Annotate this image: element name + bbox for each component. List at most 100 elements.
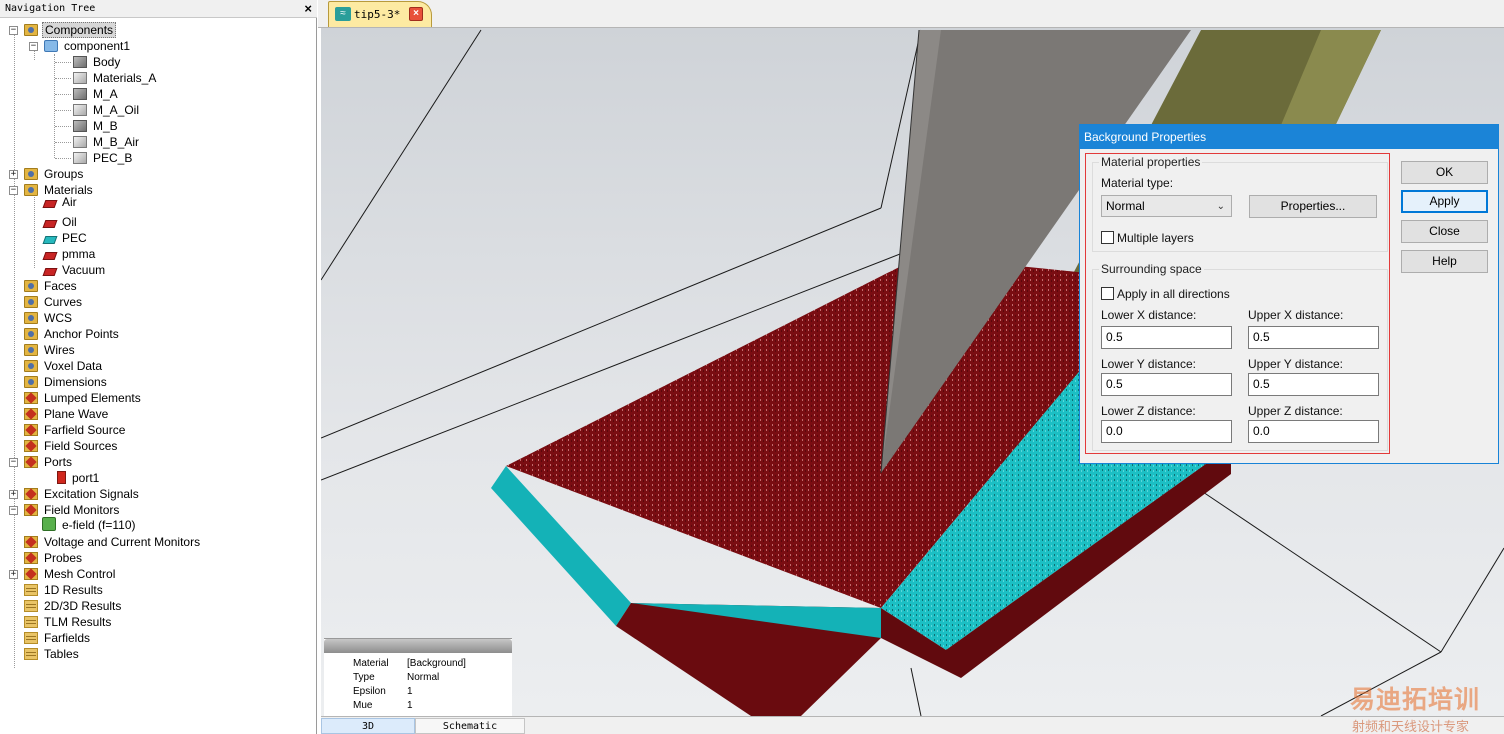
expand-icon[interactable]: + [9,170,18,179]
chevron-down-icon: ⌄ [1216,201,1225,212]
source-folder-icon [24,392,38,404]
tree-connector [55,126,71,127]
tree-item-material[interactable]: Oil [42,214,79,230]
results-folder-icon [24,616,38,628]
monitor-icon [42,517,56,531]
tree-item-material[interactable]: Vacuum [42,262,107,278]
tree-item-efield-monitor[interactable]: e-field (f=110) [42,517,137,533]
tree-item-label: M_A [93,87,118,101]
close-tab-icon[interactable]: × [409,7,423,21]
expand-icon[interactable]: + [9,490,18,499]
tree-item-label: Faces [44,279,77,293]
tree-item-shape[interactable]: Body [73,54,122,70]
tree-item-label: Oil [62,215,77,229]
components-folder-icon [24,24,38,36]
tab-schematic[interactable]: Schematic [415,718,525,734]
close-icon[interactable]: × [304,1,312,16]
collapse-icon[interactable]: − [9,458,18,467]
source-folder-icon [24,456,38,468]
tree-item-label: Air [62,195,77,209]
apply-all-directions-label: Apply in all directions [1117,287,1230,301]
component-icon [44,40,58,52]
tree-item-shape[interactable]: M_B_Air [73,134,141,150]
upper-x-field[interactable]: 0.5 [1248,326,1379,349]
group-title: Material properties [1099,155,1203,169]
tree-item-tlm-results[interactable]: TLM Results [24,614,113,630]
tree-item-label: component1 [64,39,131,53]
tree-item-farfields[interactable]: Farfields [24,630,92,646]
tree-item-anchor-points[interactable]: Anchor Points [24,326,121,342]
solid-shape-icon [73,88,87,100]
tree-item-plane-wave[interactable]: Plane Wave [24,406,110,422]
sheet-shape-icon [73,136,87,148]
results-folder-icon [24,648,38,660]
material-icon [42,268,58,276]
material-type-select[interactable]: Normal ⌄ [1101,195,1232,217]
tree-item-1d-results[interactable]: 1D Results [24,582,105,598]
folder-icon [24,312,38,324]
tree-item-label: Voxel Data [44,359,103,373]
source-folder-icon [24,568,38,580]
info-value: 1 [407,686,413,697]
properties-button[interactable]: Properties... [1249,195,1377,218]
folder-icon [24,360,38,372]
tree-item-wires[interactable]: Wires [24,342,77,358]
tree-item-shape[interactable]: M_A [73,86,120,102]
info-value: Normal [407,672,440,683]
collapse-icon[interactable]: − [9,506,18,515]
tree-item-shape[interactable]: M_A_Oil [73,102,141,118]
tree-item-material[interactable]: Air [42,194,79,210]
upper-y-field[interactable]: 0.5 [1248,373,1379,396]
tree-item-curves[interactable]: Curves [24,294,84,310]
help-button[interactable]: Help [1401,250,1488,273]
apply-button[interactable]: Apply [1401,190,1488,213]
lower-z-field[interactable]: 0.0 [1101,420,1232,443]
info-value: [Background] [407,658,466,669]
collapse-icon[interactable]: − [9,186,18,195]
background-properties-dialog: Background Properties Material propertie… [1079,124,1499,464]
waveguide-icon: ≈ [335,7,351,21]
tree-item-lumped-elements[interactable]: Lumped Elements [24,390,143,406]
tree-item-farfield-source[interactable]: Farfield Source [24,422,127,438]
info-key: Mue [353,700,373,711]
multiple-layers-checkbox[interactable] [1101,231,1114,244]
tree-item-faces[interactable]: Faces [24,278,79,294]
collapse-icon[interactable]: − [9,26,18,35]
collapse-icon[interactable]: − [29,42,38,51]
tree-item-material[interactable]: pmma [42,246,97,262]
tree-item-2d3d-results[interactable]: 2D/3D Results [24,598,123,614]
tree-item-label: PEC_B [93,151,133,165]
document-tab[interactable]: ≈ tip5-3* × [328,1,432,27]
tree-item-material[interactable]: PEC [42,230,89,246]
tree-item-port1[interactable]: port1 [57,470,101,486]
lower-x-field[interactable]: 0.5 [1101,326,1232,349]
info-box-header [324,639,512,653]
upper-z-field[interactable]: 0.0 [1248,420,1379,443]
tree-item-tables[interactable]: Tables [24,646,81,662]
tree-item-shape[interactable]: M_B [73,118,120,134]
info-key: Epsilon [353,686,386,697]
tree-item-field-sources[interactable]: Field Sources [24,438,119,454]
tree-item-label: 1D Results [44,583,103,597]
tree-item-probes[interactable]: Probes [24,550,84,566]
expand-icon[interactable]: + [9,570,18,579]
lower-y-label: Lower Y distance: [1101,357,1196,371]
tree-connector [55,158,71,159]
source-folder-icon [24,424,38,436]
tree-item-shape[interactable]: PEC_B [73,150,134,166]
tab-3d[interactable]: 3D [321,718,415,734]
ok-button[interactable]: OK [1401,161,1488,184]
tree-item-dimensions[interactable]: Dimensions [24,374,109,390]
apply-all-directions-checkbox[interactable] [1101,287,1114,300]
tree-item-label: Voltage and Current Monitors [44,535,201,549]
tree-item-shape[interactable]: Materials_A [73,70,158,86]
tree-item-voxel-data[interactable]: Voxel Data [24,358,104,374]
tree-item-label: WCS [44,311,72,325]
tree-item-label: Anchor Points [44,327,119,341]
close-button[interactable]: Close [1401,220,1488,243]
watermark-subtitle: 射频和天线设计专家 [1352,719,1470,734]
lower-y-field[interactable]: 0.5 [1101,373,1232,396]
tree-item-voltage-current-monitors[interactable]: Voltage and Current Monitors [24,534,202,550]
results-folder-icon [24,584,38,596]
tree-item-wcs[interactable]: WCS [24,310,74,326]
